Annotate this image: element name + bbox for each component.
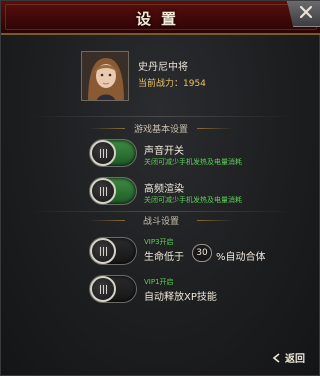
page-title: 设置 (135, 10, 186, 28)
toggle-knob (90, 238, 116, 264)
toggle-knob (90, 140, 116, 166)
auto-merge-suffix: %自动合体 (216, 252, 266, 263)
close-icon (299, 5, 313, 19)
grip-lines-icon (100, 149, 107, 158)
sound-desc: 关闭可减少手机发热及电量消耗 (144, 158, 242, 166)
auto-merge-prefix: 生命低于 (144, 252, 184, 263)
hq-render-desc: 关闭可减少手机发热及电量消耗 (144, 196, 242, 204)
grip-lines-icon (100, 247, 107, 256)
auto-xp-toggle[interactable] (89, 275, 137, 303)
grip-lines-icon (100, 285, 107, 294)
sound-title: 声音开关 (144, 146, 184, 157)
section-header-battle: 战斗设置 (89, 214, 233, 228)
toggle-knob (90, 276, 116, 302)
settings-panel: 设置 史丹尼中将 当前战力：1954 游戏基本设置 声音开关 关闭可减少手机发热… (0, 0, 320, 376)
title-bar: 设置 (1, 1, 320, 35)
back-label: 返回 (285, 354, 305, 365)
hp-threshold-input[interactable]: 30 (192, 244, 212, 262)
sound-toggle[interactable] (89, 139, 137, 167)
auto-merge-vip: VIP3开启 (144, 238, 174, 246)
chevron-left-icon (272, 353, 280, 363)
hq-render-toggle[interactable] (89, 177, 137, 205)
section-header-basic: 游戏基本设置 (89, 122, 233, 136)
combat-power: 当前战力：1954 (138, 79, 206, 89)
auto-xp-title: 自动释放XP技能 (144, 292, 217, 303)
back-button[interactable]: 返回 (272, 350, 305, 365)
auto-merge-toggle[interactable] (89, 237, 137, 265)
hq-render-title: 高频渲染 (144, 184, 184, 195)
divider (29, 211, 293, 212)
auto-xp-vip: VIP1开启 (144, 278, 174, 286)
divider (29, 116, 293, 117)
avatar (81, 51, 129, 101)
grip-lines-icon (100, 187, 107, 196)
player-name: 史丹尼中将 (138, 62, 188, 73)
toggle-knob (90, 178, 116, 204)
